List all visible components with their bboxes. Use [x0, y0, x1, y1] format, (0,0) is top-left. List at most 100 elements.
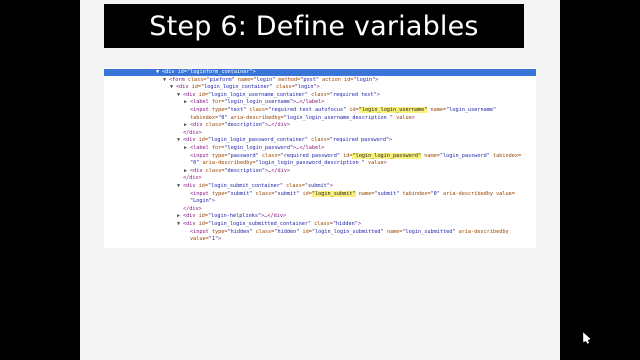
code-token: "submit" — [374, 190, 403, 197]
code-token: "description" — [224, 122, 265, 129]
dom-tree-line[interactable]: ▼ <div id="login_login_container" class="… — [170, 84, 320, 91]
code-token: "1" — [208, 236, 219, 243]
code-token: <div — [183, 91, 199, 98]
code-token: class= — [205, 167, 225, 174]
dom-tree-line[interactable]: ▼ <div id="login_login_password_container… — [177, 137, 392, 144]
code-token: "login_login_password" — [224, 145, 294, 151]
code-token: <div — [183, 213, 199, 220]
dom-tree-line[interactable]: ▼ <div id="login_submit_container" class=… — [177, 183, 333, 190]
code-token: id= — [177, 69, 187, 75]
code-token: value — [396, 114, 412, 121]
code-token: <div — [183, 137, 199, 144]
dom-tree-line[interactable]: ▶ <div class="description">…</div> — [184, 122, 290, 129]
code-token: <div — [162, 69, 178, 75]
code-token: > — [252, 69, 256, 75]
slide-title: Step 6: Define variables — [104, 4, 524, 48]
code-token: tabindex= — [190, 114, 219, 121]
dom-tree-line[interactable]: tabindex="0" aria-describedby="login_log… — [184, 115, 415, 122]
code-token: value= — [496, 190, 515, 197]
code-token: class= — [255, 190, 275, 197]
code-token: class= — [187, 76, 207, 83]
code-token: > — [211, 198, 215, 205]
code-token: "hidden" — [227, 228, 256, 235]
code-token: id= — [191, 84, 201, 91]
code-token: "login_login_username_container" — [208, 91, 312, 98]
dom-tree-line[interactable]: "0" aria-describedby="login_login_passwo… — [184, 160, 387, 167]
code-token: <form — [169, 76, 188, 83]
code-token: > — [411, 114, 415, 121]
code-token: "login_login_username" — [224, 99, 294, 106]
code-token: <input — [190, 228, 212, 235]
dom-tree-line[interactable]: ▶ <label for="login_login_username">…</la… — [184, 99, 324, 106]
code-token: "required password" — [329, 137, 390, 144]
dom-tree-line[interactable]: <input type="text" class="required text … — [184, 107, 496, 114]
code-token: > — [329, 183, 333, 189]
code-token: "login_password" — [439, 152, 494, 159]
dom-tree-line[interactable]: ▶ <div class="description">…</div> — [184, 168, 290, 175]
dom-tree-line[interactable]: </div> — [177, 206, 202, 213]
code-token: <label — [190, 145, 212, 151]
code-token: "pieform" — [206, 76, 238, 83]
code-token: class= — [205, 122, 225, 129]
code-token: class= — [249, 107, 269, 113]
code-token: "login" — [353, 76, 376, 83]
code-token: "submit" — [274, 190, 303, 197]
code-token: name= — [430, 107, 447, 113]
code-token: class= — [255, 228, 275, 235]
code-token: <div — [190, 122, 206, 129]
code-token: > — [357, 221, 362, 227]
code-token: type= — [211, 190, 228, 197]
code-token: id= — [302, 190, 312, 197]
dom-tree-line[interactable]: ▼ <div id="login_login_submitted_containe… — [177, 221, 361, 228]
code-token: </div> — [183, 175, 202, 182]
code-token: "required text autofocus" — [268, 107, 350, 113]
code-token: class= — [314, 221, 333, 227]
code-token: name= — [237, 76, 254, 83]
mouse-cursor-icon — [579, 330, 591, 343]
code-token: <div — [183, 183, 199, 189]
code-token: id= — [198, 221, 208, 227]
code-token: > — [376, 91, 380, 98]
code-token: > — [218, 236, 222, 243]
code-token: "login_login_password_description " — [255, 160, 369, 167]
code-token: class= — [275, 84, 295, 91]
dom-tree-line[interactable]: <input type="submit" class="submit" id="… — [184, 190, 515, 198]
code-token: "login_submit_container" — [208, 183, 287, 189]
code-token: "Login" — [190, 198, 212, 205]
code-token: tabindex= — [402, 190, 431, 197]
code-token: id= — [349, 107, 359, 113]
dom-tree-line[interactable]: "Login"> — [184, 198, 215, 205]
code-token: >…</label> — [293, 145, 325, 151]
code-token: aria-describedby — [443, 190, 497, 197]
code-token: > — [389, 137, 393, 144]
dom-tree-line[interactable]: </div> — [177, 130, 202, 137]
dom-tree-line[interactable]: ▶ <label for="login_login_password">…</la… — [184, 145, 324, 152]
dom-tree-line[interactable]: ▼ <div id="loginform_container"> — [104, 69, 536, 76]
dom-tree-line[interactable]: ▼ <form class="pieform" name="login" meth… — [163, 77, 378, 84]
code-token: type= — [211, 107, 228, 113]
code-token: aria-describedby — [458, 228, 509, 235]
code-token: "0" — [430, 190, 444, 197]
code-token: <div — [176, 84, 192, 91]
code-token: for= — [211, 99, 225, 106]
code-token: <div — [183, 221, 199, 227]
code-token: method= — [278, 76, 301, 83]
dom-tree-line[interactable]: <input type="password" class="required p… — [184, 152, 521, 160]
dom-tree-line[interactable]: value="1"> — [184, 236, 221, 243]
dom-tree-line[interactable]: ▶ <div id="login-helplinks">…</div> — [177, 213, 286, 220]
code-token: type= — [211, 228, 228, 235]
code-token: "login_login_submitted" — [311, 228, 387, 235]
code-token: </div> — [183, 129, 202, 136]
code-token: "login_login_container" — [201, 84, 276, 91]
dom-tree-line[interactable]: </div> — [177, 175, 202, 182]
code-token: "loginform_container" — [187, 69, 253, 75]
code-token: "description" — [224, 167, 265, 174]
code-token: "hidden" — [332, 221, 358, 227]
code-token: class= — [311, 137, 330, 144]
dom-tree-line[interactable]: <input type="hidden" class="hidden" id="… — [184, 229, 509, 236]
code-token: "required password" — [280, 152, 344, 159]
code-token: > — [375, 76, 379, 83]
dom-tree-line[interactable]: ▼ <div id="login_login_username_container… — [177, 92, 380, 99]
code-token: "login_username" — [446, 107, 497, 113]
code-token: "required text" — [329, 91, 377, 98]
